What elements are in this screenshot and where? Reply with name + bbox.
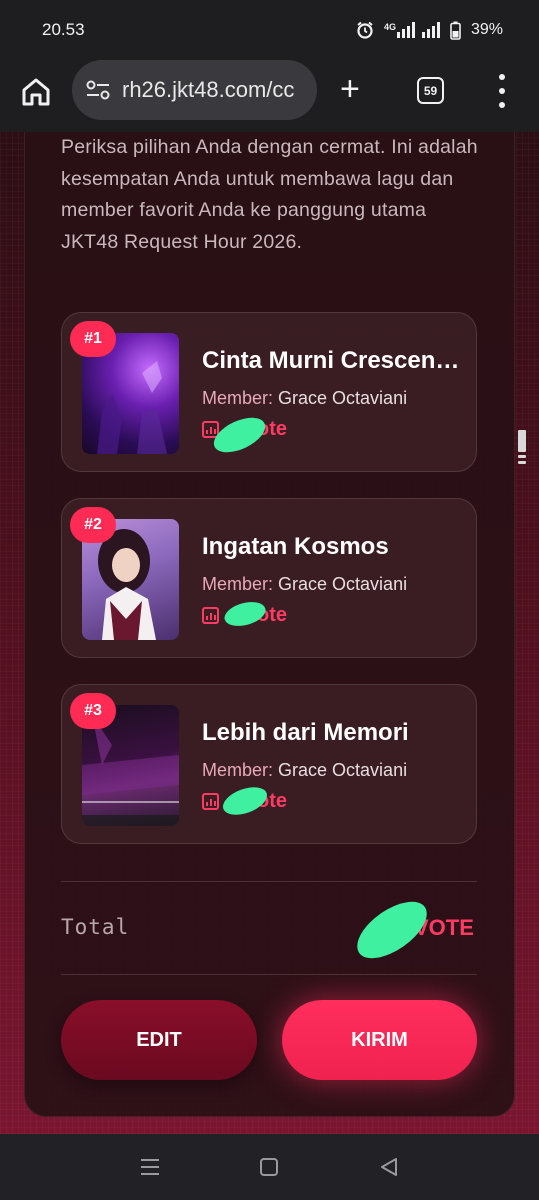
home-nav-icon[interactable] [259, 1157, 279, 1177]
status-time: 20.53 [42, 20, 85, 39]
member-line: Member: Grace Octaviani [202, 388, 407, 409]
bar-chart-icon [202, 606, 219, 624]
url-text[interactable]: rh26.jkt48.com/cc [122, 77, 294, 103]
selection-card: #3 Lebih dari Memori Member: Grace Octav… [61, 684, 477, 844]
new-tab-icon[interactable]: + [340, 72, 360, 106]
scroll-indicator[interactable] [517, 430, 527, 470]
redaction-mark [219, 781, 271, 821]
address-bar[interactable]: rh26.jkt48.com/cc [72, 60, 317, 120]
rank-badge: #2 [70, 507, 116, 543]
selection-card: #1 Cinta Murni Crescendo Member: Grace O… [61, 312, 477, 472]
member-label: Member: [202, 388, 274, 408]
intro-text: Periksa pilihan Anda dengan cermat. Ini … [61, 136, 478, 253]
member-label: Member: [202, 760, 274, 780]
song-title: Lebih dari Memori [202, 719, 409, 746]
browser-toolbar: rh26.jkt48.com/cc + 59 [0, 60, 539, 132]
edit-button[interactable]: EDIT [61, 1000, 257, 1080]
song-title: Ingatan Kosmos [202, 533, 389, 560]
more-menu-icon[interactable] [497, 74, 507, 108]
rank-badge: #3 [70, 693, 116, 729]
status-bar: 20.53 4G 39% [0, 0, 539, 60]
member-name: Grace Octaviani [278, 574, 408, 594]
system-nav-bar [0, 1134, 539, 1200]
member-line: Member: Grace Octaviani [202, 574, 407, 595]
recent-apps-icon[interactable] [140, 1158, 160, 1176]
battery-percent: 39% [470, 21, 503, 38]
total-label: Total [61, 915, 130, 939]
site-settings-icon[interactable] [86, 79, 110, 101]
member-label: Member: [202, 574, 274, 594]
tab-switcher-icon[interactable]: 59 [417, 77, 444, 104]
alarm-icon [357, 21, 373, 39]
home-icon[interactable] [20, 76, 52, 108]
signal-icon: 4G [384, 22, 440, 38]
send-button[interactable]: KIRIM [282, 1000, 477, 1080]
song-title: Cinta Murni Crescendo [202, 347, 460, 374]
rank-badge: #1 [70, 321, 116, 357]
divider [61, 881, 477, 882]
tab-count: 59 [423, 83, 438, 98]
member-line: Member: Grace Octaviani [202, 760, 407, 781]
selection-card: #2 Ingatan Kosmos Member: Grace Octavian… [61, 498, 477, 658]
divider [61, 974, 477, 975]
status-icons: 4G 39% [356, 21, 503, 40]
member-name: Grace Octaviani [278, 760, 408, 780]
member-name: Grace Octaviani [278, 388, 408, 408]
web-page: Periksa pilihan Anda dengan cermat. Ini … [0, 132, 539, 1134]
bar-chart-icon [202, 792, 219, 810]
battery-icon [450, 21, 461, 40]
network-type: 4G [383, 22, 396, 32]
back-icon[interactable] [379, 1157, 399, 1177]
